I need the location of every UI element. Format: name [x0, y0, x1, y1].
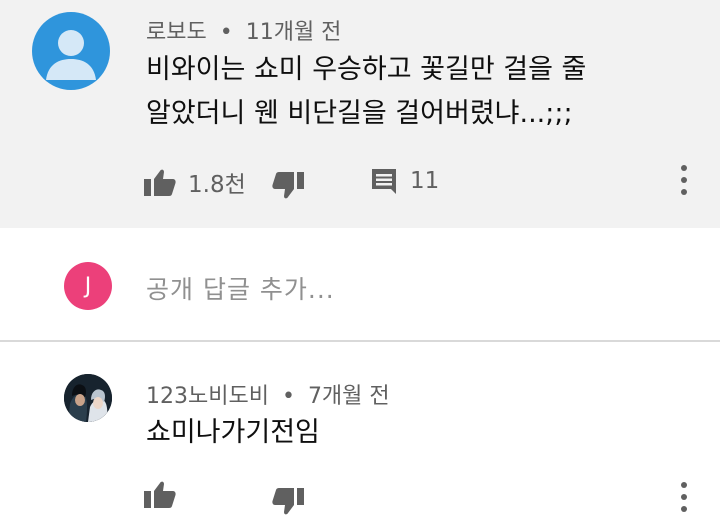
dislike-button[interactable]: [272, 488, 304, 516]
divider: [0, 340, 720, 342]
comment-meta: 로보도 • 11개월 전: [146, 14, 341, 46]
avatar[interactable]: [32, 12, 110, 90]
avatar[interactable]: [64, 374, 112, 422]
like-button[interactable]: [144, 480, 176, 508]
reply-count: 11: [410, 168, 440, 194]
profile-picture-icon: [64, 374, 112, 422]
like-button[interactable]: 1.8천: [144, 165, 246, 199]
comment-text: 비와이는 쇼미 우승하고 꽃길만 걸을 줄 알았더니 웬 비단길을 걸어버렸냐.…: [146, 48, 586, 136]
person-icon: [46, 30, 96, 80]
more-vertical-icon[interactable]: [678, 482, 690, 512]
comment-item: 로보도 • 11개월 전 비와이는 쇼미 우승하고 꽃길만 걸을 줄 알았더니 …: [0, 0, 720, 228]
dislike-button[interactable]: [272, 172, 304, 200]
user-avatar: J: [64, 262, 112, 310]
add-reply-input[interactable]: 공개 답글 추가...: [146, 270, 335, 306]
thumbs-down-icon: [272, 488, 304, 515]
meta-separator: •: [281, 384, 295, 409]
thumbs-up-icon: [144, 481, 176, 508]
thumbs-down-icon: [272, 172, 304, 199]
reply-time[interactable]: 7개월 전: [308, 384, 390, 409]
thumbs-up-icon: [144, 169, 176, 196]
comment-text-line: 알았더니 웬 비단길을 걸어버렸냐...;;;: [146, 98, 573, 129]
more-vertical-icon[interactable]: [678, 165, 690, 195]
like-count: 1.8천: [188, 172, 246, 198]
avatar-letter: J: [84, 273, 92, 299]
comment-author[interactable]: 로보도: [146, 20, 207, 45]
replies-button[interactable]: 11: [370, 167, 439, 195]
reply-icon: [372, 169, 396, 194]
reply-author[interactable]: 123노비도비: [146, 384, 269, 409]
reply-meta: 123노비도비 • 7개월 전: [146, 378, 390, 410]
meta-separator: •: [219, 20, 233, 45]
reply-text: 쇼미나가기전임: [146, 417, 320, 448]
comment-time[interactable]: 11개월 전: [246, 20, 342, 45]
comment-text-line: 비와이는 쇼미 우승하고 꽃길만 걸을 줄: [146, 54, 587, 85]
